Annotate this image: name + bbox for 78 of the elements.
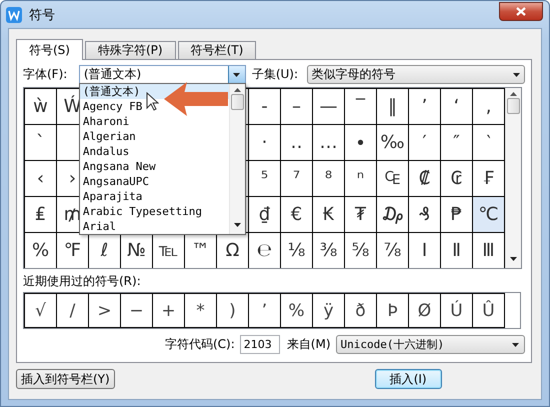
symbol-cell[interactable]: Ⅱ (440, 232, 472, 268)
recent-symbol[interactable]: ’ (248, 293, 280, 328)
encoding-dropdown[interactable]: Unicode(十六进制) (336, 335, 525, 354)
recent-symbol[interactable]: + (152, 293, 184, 328)
symbol-cell[interactable]: ‾ (344, 88, 376, 124)
recent-symbol[interactable]: % (280, 293, 312, 328)
recent-symbol[interactable]: √ (24, 293, 56, 328)
symbol-cell[interactable]: … (312, 124, 344, 160)
symbol-cell[interactable]: ⁸ (312, 160, 344, 196)
symbol-cell[interactable]: ⅝ (344, 232, 376, 268)
symbol-cell[interactable]: ′ (408, 124, 440, 160)
tab[interactable]: 符号栏(T) (178, 41, 256, 60)
symbol-cell[interactable]: – (280, 88, 312, 124)
symbol-cell[interactable]: ‵ (472, 124, 504, 160)
code-label: 字符代码(C): (165, 336, 235, 353)
symbol-cell[interactable]: ₭ (312, 196, 344, 232)
symbol-cell[interactable]: ‚ (472, 88, 504, 124)
symbol-cell[interactable]: ∙ (344, 124, 376, 160)
symbol-cell[interactable]: ⅛ (280, 232, 312, 268)
from-label: 来自(M) (286, 336, 331, 353)
symbol-cell[interactable]: ₣ (472, 160, 504, 196)
symbol-cell[interactable]: ‐ (248, 88, 280, 124)
symbol-cell[interactable]: ‖ (376, 88, 408, 124)
recent-symbol[interactable]: * (184, 293, 216, 328)
symbol-cell[interactable]: ⅜ (312, 232, 344, 268)
recent-symbol[interactable]: ) (216, 293, 248, 328)
symbol-cell[interactable]: ₤ (24, 196, 56, 232)
symbol-cell[interactable]: ₯ (376, 196, 408, 232)
recent-symbol[interactable]: − (120, 293, 152, 328)
font-label: 字体(F): (23, 66, 68, 83)
symbol-cell[interactable]: ẁ (24, 88, 56, 124)
recent-label: 近期使用过的符号(R): (23, 273, 142, 290)
symbol-cell[interactable]: Ⅲ (472, 232, 504, 268)
font-dropdown[interactable]: (普通文本) (78, 65, 246, 84)
recent-symbol[interactable]: > (88, 293, 120, 328)
subset-dropdown[interactable]: 类似字母的符号 (306, 65, 525, 84)
symbol-cell[interactable]: % (24, 232, 56, 268)
symbol-cell[interactable]: ‥ (280, 124, 312, 160)
symbol-cell[interactable]: ‰ (376, 124, 408, 160)
symbol-cell[interactable]: — (312, 88, 344, 124)
dialog-button[interactable]: 插入到符号栏(Y) (16, 369, 115, 389)
symbol-cell[interactable]: ⁵ (248, 160, 280, 196)
subset-label: 子集(U): (252, 66, 300, 83)
symbol-cell[interactable]: ₰ (408, 196, 440, 232)
symbol-cell[interactable]: Ⅰ (408, 232, 440, 268)
window-title: 符号 (29, 6, 56, 24)
recent-symbol[interactable]: Ú (440, 293, 472, 328)
tab[interactable]: 符号(S) (16, 39, 83, 60)
recent-symbol[interactable]: Þ (376, 293, 408, 328)
symbol-cell[interactable]: ℃ (472, 196, 504, 232)
code-field[interactable]: 2103 (240, 335, 280, 354)
symbol-cell[interactable]: ʼ (408, 88, 440, 124)
recent-symbol[interactable]: ð (344, 293, 376, 328)
recent-symbol[interactable]: Û (472, 293, 504, 328)
symbol-cell[interactable]: ℮ (248, 232, 280, 268)
font-option[interactable]: Andalus (80, 144, 229, 159)
symbol-cell[interactable]: ₢ (440, 160, 472, 196)
symbol-cell[interactable]: ` (24, 124, 56, 160)
symbol-cell[interactable]: ⁿ (344, 160, 376, 196)
symbol-cell[interactable]: ₱ (440, 196, 472, 232)
symbol-cell[interactable]: ⅞ (376, 232, 408, 268)
symbol-cell[interactable]: ‹ (24, 160, 56, 196)
symbol-cell[interactable]: ₫ (248, 196, 280, 232)
symbol-cell[interactable]: ″ (440, 124, 472, 160)
font-option[interactable]: Algerian (80, 129, 229, 144)
symbol-cell[interactable]: ₠ (376, 160, 408, 196)
symbol-cell[interactable]: € (280, 196, 312, 232)
recent-symbol[interactable]: / (56, 293, 88, 328)
dialog-button[interactable]: 插入(I) (374, 369, 442, 389)
symbol-cell[interactable]: · (248, 124, 280, 160)
recent-symbol[interactable]: Ø (408, 293, 440, 328)
symbol-cell[interactable]: ₡ (408, 160, 440, 196)
symbol-cell[interactable]: Ω (216, 232, 248, 268)
symbol-cell[interactable]: ₮ (344, 196, 376, 232)
recent-symbol[interactable]: ÿ (312, 293, 344, 328)
tab[interactable]: 特殊字符(P) (84, 41, 176, 60)
symbol-cell[interactable]: ⁷ (280, 160, 312, 196)
symbol-cell[interactable]: ʻ (440, 88, 472, 124)
